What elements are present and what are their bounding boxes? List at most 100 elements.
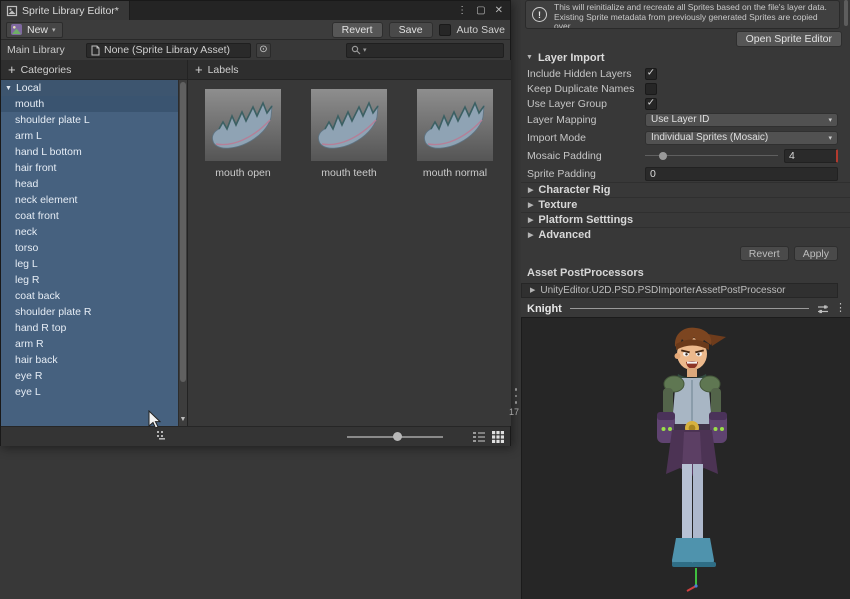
categories-scrollbar[interactable]: ▼ [178,80,187,426]
mosaic-padding-label: Mosaic Padding [527,150,645,162]
sprite-library-asset-field[interactable]: None (Sprite Library Asset) [86,43,251,58]
section-foldout[interactable]: ▶Character Rig [521,182,850,197]
mosaic-padding-value[interactable]: 4 [784,149,838,163]
slider-knob[interactable] [659,152,667,160]
list-view-icon[interactable] [472,430,486,444]
section-label: Advanced [538,229,591,241]
preview-area[interactable] [521,317,850,599]
inspector-scrollbar[interactable] [844,0,848,26]
sprite-library-editor-window: Sprite Library Editor* ⋮ ▢ ✕ New ▾ Rever… [0,0,511,446]
search-input[interactable]: ▾ [346,43,504,58]
preview-popout-icon[interactable] [817,303,829,315]
apply-row: Revert Apply [740,246,838,261]
inspector-revert-button[interactable]: Revert [740,246,789,261]
category-item[interactable]: neck [1,224,178,240]
category-item[interactable]: hand L bottom [1,144,178,160]
inspector-sections: ▶Character Rig▶Texture▶Platform Settting… [521,182,850,242]
add-category-icon[interactable]: + [8,63,16,76]
slider-knob[interactable] [393,432,402,441]
new-button[interactable]: New ▾ [6,22,63,38]
keep-duplicate-names-checkbox[interactable] [645,83,657,95]
category-item[interactable]: leg L [1,256,178,272]
section-label: Platform Setttings [538,214,633,226]
category-item[interactable]: eye R [1,368,178,384]
save-button[interactable]: Save [389,22,433,38]
include-hidden-layers-label: Include Hidden Layers [527,68,645,80]
section-label: Texture [538,199,577,211]
layer-import-foldout[interactable]: ▼ Layer Import [526,50,605,65]
category-item[interactable]: shoulder plate L [1,112,178,128]
sprite-thumbnail [417,89,493,161]
preview-header: Knight ⋮ [521,300,850,317]
add-label-icon[interactable]: + [195,63,203,76]
chevron-down-icon: ▾ [824,116,832,124]
category-item[interactable]: arm R [1,336,178,352]
window-tab[interactable]: Sprite Library Editor* [1,1,130,20]
inspector-apply-button[interactable]: Apply [794,246,838,261]
thumbnail-size-slider[interactable] [347,427,443,447]
layer-import-title: Layer Import [538,52,605,64]
categories-panel-header: + Categories [1,60,187,80]
revert-button[interactable]: Revert [332,22,383,38]
import-mode-dropdown[interactable]: Individual Sprites (Mosaic) ▾ [645,131,838,145]
labels-header-label: Labels [208,64,239,76]
grid-view-icon[interactable] [491,430,505,444]
layer-mapping-label: Layer Mapping [527,114,645,126]
splitter-grip-icon [511,388,521,404]
category-item[interactable]: mouth [1,96,178,112]
postprocessor-item[interactable]: ▶ UnityEditor.U2D.PSD.PSDImporterAssetPo… [521,283,838,298]
categories-list: mouthshoulder plate Larm Lhand L bottomh… [1,96,178,400]
object-picker-icon[interactable]: ⊙ [256,43,271,58]
label-card[interactable]: mouth teeth [296,89,402,179]
mosaic-padding-slider[interactable] [645,149,778,163]
category-item[interactable]: eye L [1,384,178,400]
layer-mapping-dropdown[interactable]: Use Layer ID ▾ [645,113,838,127]
app-root: Sprite Library Editor* ⋮ ▢ ✕ New ▾ Rever… [0,0,850,599]
section-foldout[interactable]: ▶Advanced [521,227,850,242]
label-card[interactable]: mouth open [190,89,296,179]
category-item[interactable]: neck element [1,192,178,208]
window-maximize-icon[interactable]: ▢ [476,6,485,16]
category-item[interactable]: leg R [1,272,178,288]
category-item[interactable]: torso [1,240,178,256]
label-card[interactable]: mouth normal [402,89,508,179]
open-sprite-editor-button[interactable]: Open Sprite Editor [736,31,842,47]
category-item[interactable]: arm L [1,128,178,144]
auto-save-checkbox[interactable] [439,24,451,36]
category-item[interactable]: shoulder plate R [1,304,178,320]
sprite-thumbnail [205,89,281,161]
window-titlebar[interactable]: Sprite Library Editor* ⋮ ▢ ✕ [1,1,510,20]
mouse-cursor [148,410,162,430]
preview-kebab-menu-icon[interactable]: ⋮ [835,303,846,314]
window-close-icon[interactable]: ✕ [495,6,503,16]
category-item[interactable]: coat front [1,208,178,224]
sprite-thumbnail [311,89,387,161]
knight-sprite [630,324,755,574]
section-foldout[interactable]: ▶Texture [521,197,850,212]
section-foldout[interactable]: ▶Platform Setttings [521,212,850,227]
include-hidden-layers-checkbox[interactable]: ✓ [645,68,657,80]
category-item[interactable]: coat back [1,288,178,304]
mosaic-padding-row: Mosaic Padding 4 [527,148,838,163]
sprite-padding-value[interactable]: 0 [645,167,838,181]
sprite-padding-label: Sprite Padding [527,168,645,180]
helpbox-text: This will reinitialize and recreate all … [554,3,835,29]
labels-panel-header: + Labels [188,60,511,80]
object-field-value: None (Sprite Library Asset) [104,44,230,56]
scrollbar-thumb[interactable] [180,82,186,382]
category-item[interactable]: hair back [1,352,178,368]
category-item[interactable]: head [1,176,178,192]
scroll-down-icon[interactable]: ▼ [179,416,187,423]
foldout-closed-icon: ▶ [528,187,533,194]
window-menu-icon[interactable]: ⋮ [457,6,467,16]
asset-postprocessors-title: Asset PostProcessors [527,267,644,279]
category-group-local[interactable]: ▼ Local [1,80,178,96]
window-splitter[interactable]: 17 [511,0,521,599]
window-title: Sprite Library Editor* [22,5,119,17]
category-item[interactable]: hair front [1,160,178,176]
layer-mapping-value: Use Layer ID [651,114,709,125]
label-caption: mouth teeth [321,167,376,179]
use-layer-group-checkbox[interactable]: ✓ [645,98,657,110]
category-item[interactable]: hand R top [1,320,178,336]
categories-header-label: Categories [21,64,72,76]
